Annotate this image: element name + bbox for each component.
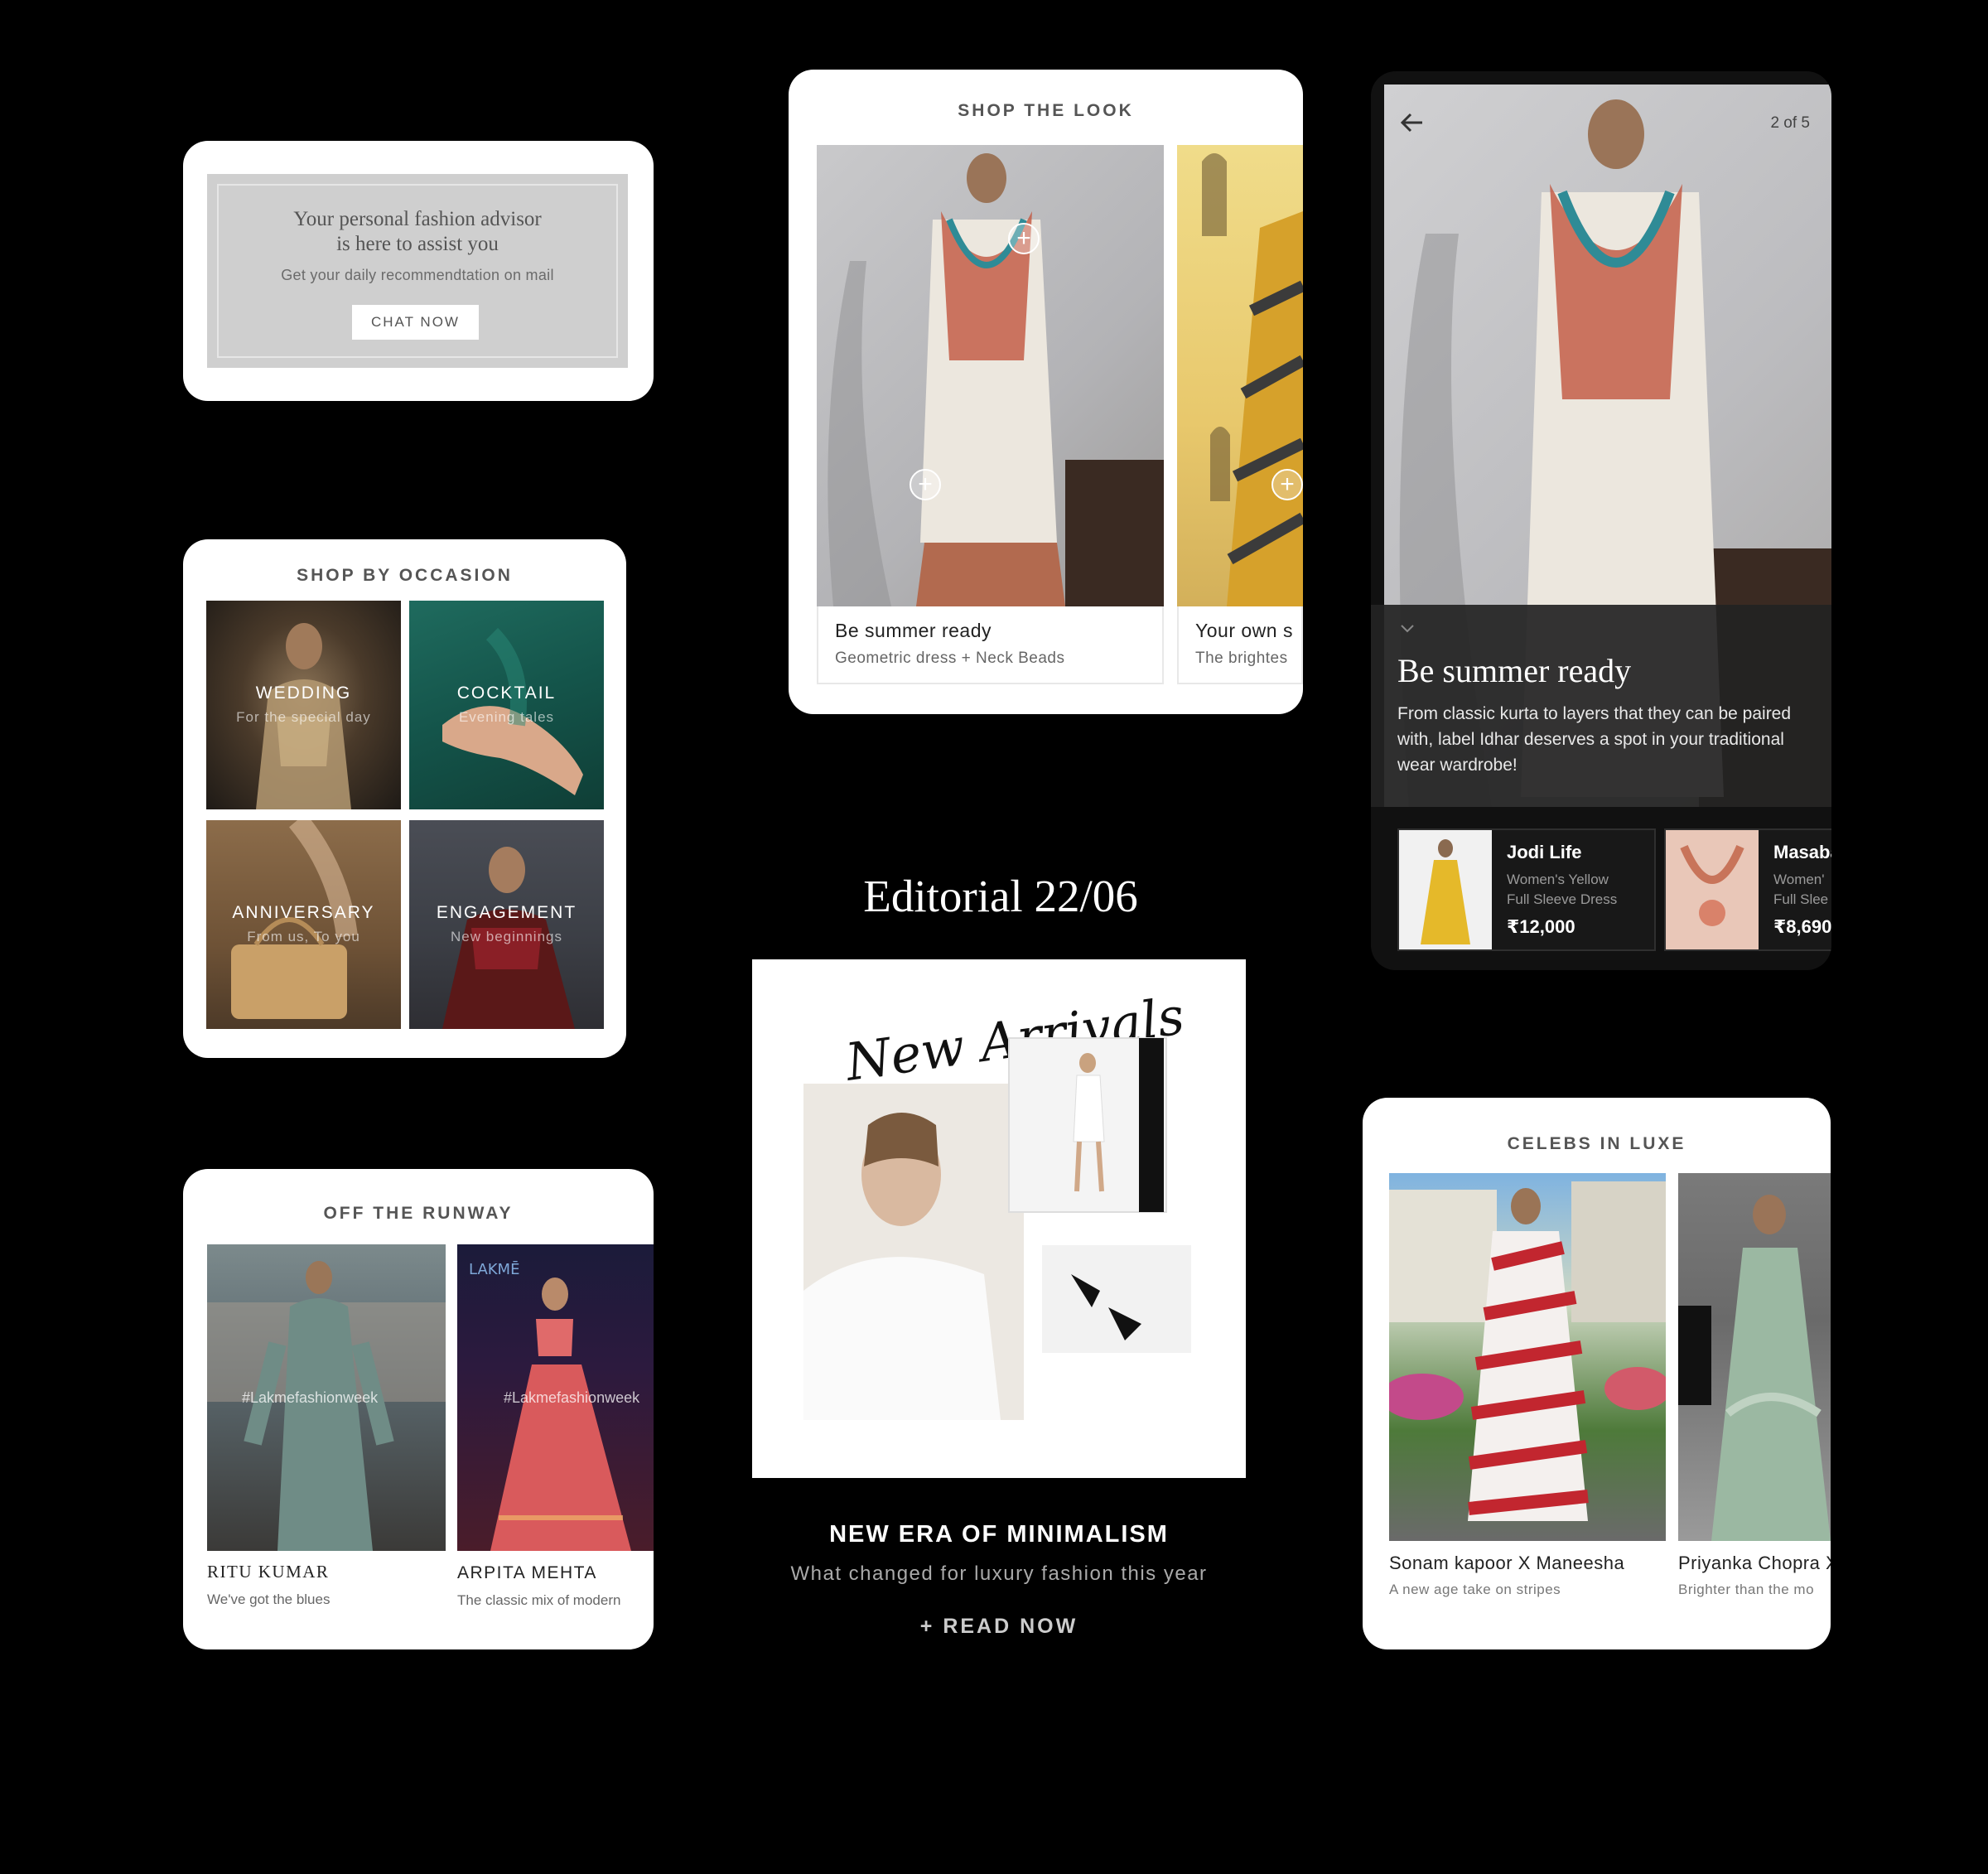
look-photo-1[interactable]: + + [817, 145, 1164, 606]
advisor-subtitle: Get your daily recommendtation on mail [281, 267, 554, 283]
occasion-label: ENGAGEMENT [436, 903, 577, 922]
editorial-subtitle: What changed for luxury fashion this yea… [790, 1562, 1208, 1585]
shop-by-occasion-card: SHOP BY OCCASION WEDDING For the special… [183, 539, 626, 1058]
off-the-runway-card: OFF THE RUNWAY #Lakmefashionweek LAKMĒ #… [183, 1169, 654, 1649]
occasion-label: ANNIVERSARY [232, 903, 375, 922]
occasion-tile-wedding[interactable]: WEDDING For the special day [206, 601, 401, 809]
occasion-label: WEDDING [255, 683, 352, 703]
product-brand: Masaba [1773, 842, 1831, 862]
engagement-photo [442, 847, 575, 1029]
occasion-tile-cocktail[interactable]: COCKTAIL Evening tales [409, 601, 604, 809]
advisor-banner: Your personal fashion advisor is here to… [207, 174, 628, 368]
celebs-in-luxe-card: CELEBS IN LUXE Sonam kapoor X Maneesha A… [1363, 1098, 1831, 1649]
runway-hashtag: #Lakmefashionweek [242, 1389, 379, 1406]
occasion-label: COCKTAIL [456, 683, 557, 703]
product-brand: Jodi Life [1507, 842, 1582, 862]
add-item-icon[interactable]: + [1008, 223, 1040, 254]
occasion-heading: SHOP BY OCCASION [297, 566, 513, 585]
story-detail-card: 2 of 5 Be summer ready From classic kurt… [1371, 71, 1831, 970]
product-thumbnail [1666, 830, 1759, 949]
cocktail-photo [442, 627, 583, 795]
svg-text:LAKMĒ: LAKMĒ [469, 1260, 519, 1278]
wedding-photo [256, 623, 351, 809]
occasion-tile-engagement[interactable]: ENGAGEMENT New beginnings [409, 820, 604, 1029]
editorial-image[interactable]: New Arrivals [752, 959, 1246, 1478]
add-item-icon[interactable]: + [1271, 469, 1303, 500]
anniversary-photo [231, 820, 358, 1019]
designer-name: RITU KUMAR [207, 1562, 330, 1582]
advisor-heading-line1: Your personal fashion advisor [293, 208, 542, 230]
occasion-sub: From us, To you [247, 929, 360, 944]
necklace-image [1666, 830, 1759, 949]
editorial-headline: NEW ERA OF MINIMALISM [829, 1521, 1169, 1548]
occasion-sub: New beginnings [451, 929, 562, 944]
designer-name: ARPITA MEHTA [457, 1563, 597, 1582]
look-1-image [828, 153, 1164, 606]
look-subtitle: Geometric dress + Neck Beads [835, 650, 1065, 667]
advisor-heading: Your personal fashion advisor is here to… [207, 207, 628, 257]
look-2-image [1202, 153, 1303, 606]
product-card[interactable]: Jodi Life Women's Yellow Full Sleeve Dre… [1397, 828, 1656, 951]
product-thumbnail [1399, 830, 1492, 949]
celeb-tagline: Brighter than the mo [1678, 1582, 1815, 1597]
product-price: ₹12,000 [1507, 916, 1575, 937]
priyanka-image [1678, 1195, 1831, 1541]
read-now-link[interactable]: + READ NOW [752, 1615, 1246, 1639]
add-item-icon[interactable]: + [910, 469, 941, 500]
designer-tagline: The classic mix of modern [457, 1592, 621, 1608]
page-indicator: 2 of 5 [1770, 114, 1810, 132]
product-card[interactable]: Masaba Women' Full Slee ₹8,690 [1664, 828, 1831, 951]
celeb-photo-sonam[interactable] [1389, 1173, 1666, 1541]
new-arrivals-collage: New Arrivals [803, 985, 1191, 1420]
product-desc-line2: Full Slee [1773, 891, 1829, 907]
designer-tagline: We've got the blues [207, 1591, 331, 1607]
shoplook-heading: SHOP THE LOOK [958, 101, 1134, 120]
product-desc-line1: Women' [1773, 872, 1825, 887]
celeb-photo-priyanka[interactable] [1678, 1173, 1831, 1541]
look-title: Your own s [1195, 620, 1293, 641]
look-photo-2[interactable]: + [1177, 145, 1303, 606]
shop-the-look-card: SHOP THE LOOK + + Be summer ready Geomet… [789, 70, 1303, 714]
look-caption-2[interactable]: Your own s The brightes [1177, 606, 1303, 684]
celeb-name: Priyanka Chopra X [1678, 1553, 1831, 1573]
yellow-dress-image [1421, 839, 1470, 944]
runway-photo-ritu-kumar[interactable]: #Lakmefashionweek [207, 1244, 446, 1551]
celeb-name: Sonam kapoor X Maneesha [1389, 1553, 1625, 1573]
occasion-sub: For the special day [236, 709, 371, 725]
runway-hashtag: #Lakmefashionweek [504, 1389, 640, 1406]
look-subtitle: The brightes [1195, 650, 1288, 667]
story-title: Be summer ready [1397, 652, 1632, 689]
story-description: From classic kurta to layers that they c… [1397, 704, 1792, 775]
fashion-advisor-card: Your personal fashion advisor is here to… [183, 141, 654, 401]
back-arrow-icon[interactable] [1397, 108, 1427, 138]
occasion-tile-anniversary[interactable]: ANNIVERSARY From us, To you [206, 820, 401, 1029]
product-price: ₹8,690 [1773, 916, 1831, 937]
celebs-heading: CELEBS IN LUXE [1507, 1134, 1686, 1153]
runway-photo-arpita-mehta[interactable]: LAKMĒ #Lakmefashionweek [457, 1244, 654, 1551]
product-desc-line2: Full Sleeve Dress [1507, 891, 1618, 907]
runway-heading: OFF THE RUNWAY [323, 1204, 514, 1223]
product-desc-line1: Women's Yellow [1507, 872, 1609, 887]
occasion-sub: Evening tales [458, 709, 555, 725]
look-title: Be summer ready [835, 620, 992, 641]
chevron-down-icon[interactable] [1399, 623, 1416, 635]
sonam-image [1389, 1181, 1666, 1521]
chat-now-button[interactable]: CHAT NOW [352, 305, 479, 340]
look-caption-1[interactable]: Be summer ready Geometric dress + Neck B… [817, 606, 1164, 684]
celeb-tagline: A new age take on stripes [1389, 1582, 1561, 1597]
editorial-title: Editorial 22/06 [863, 871, 1138, 921]
advisor-heading-line2: is here to assist you [336, 233, 499, 255]
